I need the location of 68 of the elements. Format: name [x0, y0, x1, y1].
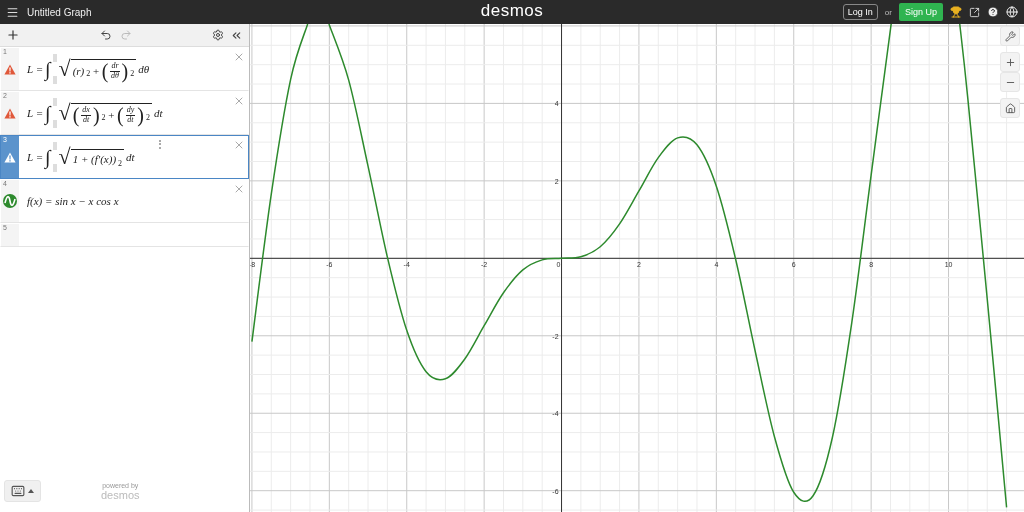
limit-placeholder[interactable] [52, 142, 57, 150]
help-icon[interactable] [987, 6, 999, 18]
math-text: L = [27, 63, 44, 75]
math-text: L = [27, 151, 44, 163]
login-button[interactable]: Log In [842, 4, 878, 20]
globe-icon[interactable] [1006, 6, 1018, 18]
integral-sign: ∫ [45, 147, 51, 167]
close-icon[interactable] [233, 183, 245, 195]
math-text: L = [27, 107, 44, 119]
or-text: or [884, 7, 892, 17]
warning-icon [4, 107, 16, 119]
root-sign: √ [58, 58, 71, 80]
fraction: dy dt [125, 106, 136, 124]
integral-sign: ∫ [45, 103, 51, 123]
limit-placeholder[interactable] [52, 98, 57, 106]
parenthesis: ( [117, 105, 124, 125]
home-button[interactable] [1000, 98, 1020, 118]
drag-handle-icon[interactable] [159, 140, 163, 149]
math-text: + [92, 65, 100, 77]
parenthesis: ( [101, 61, 109, 81]
limit-placeholder[interactable] [52, 54, 57, 62]
fraction: dr dθ [110, 62, 120, 80]
keyboard-icon [11, 484, 25, 498]
wrench-icon [1004, 30, 1016, 42]
limit-placeholder[interactable] [52, 164, 57, 172]
share-icon[interactable] [969, 6, 980, 18]
math-text: (r) [72, 65, 85, 77]
exponent: 2 [86, 69, 91, 78]
fraction: dx dt [81, 106, 91, 124]
close-icon[interactable] [233, 95, 245, 107]
exponent: 2 [101, 113, 106, 122]
root-sign: √ [58, 146, 71, 168]
parenthesis: ) [137, 105, 144, 125]
math-text: dt [126, 151, 135, 163]
trophy-icon[interactable] [950, 6, 962, 18]
close-icon[interactable] [233, 51, 245, 63]
math-text: + [107, 109, 115, 121]
caret-icon [28, 489, 34, 493]
limit-placeholder[interactable] [52, 120, 57, 128]
wrench-button[interactable] [1000, 26, 1020, 46]
menu-icon[interactable] [6, 5, 19, 19]
logo: desmos [480, 1, 544, 21]
keyboard-button[interactable] [4, 480, 41, 502]
math-text: 1 + (f′(x)) [72, 153, 117, 165]
footer-logo: desmos [101, 488, 140, 501]
redo-icon[interactable] [120, 29, 132, 41]
integral-sign: ∫ [45, 59, 51, 79]
settings-icon[interactable] [212, 29, 224, 41]
limit-placeholder[interactable] [52, 76, 57, 84]
math-text: dt [153, 107, 163, 119]
zoom-in-button[interactable] [1000, 52, 1020, 72]
plus-icon [1004, 56, 1016, 68]
warning-icon [4, 63, 16, 75]
home-icon [1004, 102, 1016, 114]
exponent: 2 [130, 69, 135, 78]
close-icon[interactable] [233, 139, 245, 151]
graph-title[interactable]: Untitled Graph [27, 6, 92, 18]
parenthesis: ( [72, 105, 80, 125]
exponent: 2 [145, 113, 150, 122]
exponent: 2 [118, 158, 123, 168]
parenthesis: ) [121, 61, 129, 81]
root-sign: √ [58, 102, 71, 124]
add-icon[interactable] [6, 28, 20, 42]
undo-icon[interactable] [100, 29, 112, 41]
math-text: f(x) = sin x − x cos x [27, 195, 119, 207]
math-text: dθ [138, 63, 150, 75]
parenthesis: ) [92, 105, 100, 125]
warning-icon [4, 151, 16, 163]
